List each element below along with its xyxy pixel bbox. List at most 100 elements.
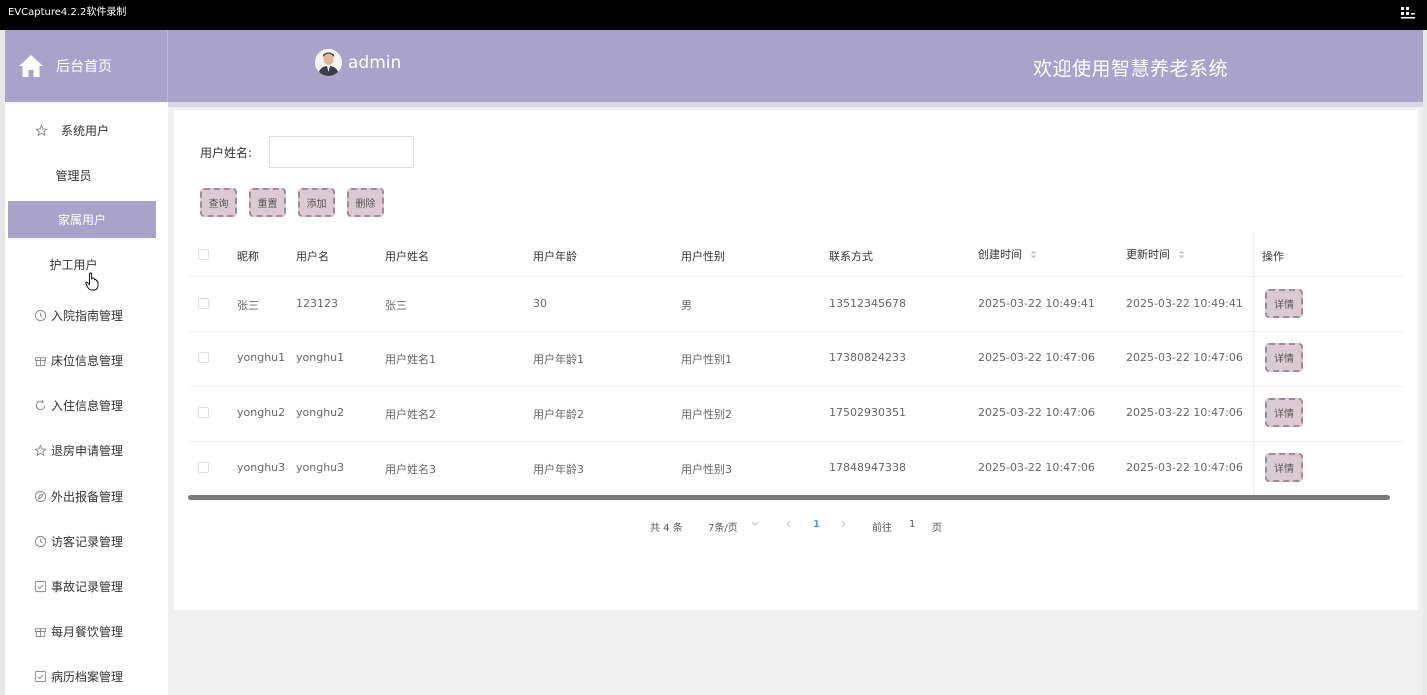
main-panel: 用户姓名: 查询 重置 添加 删除 昵称 用户名 用户姓名 用户年龄 用户性别 … bbox=[174, 110, 1418, 610]
cell-updated-at: 2025-03-22 10:47:06 bbox=[1126, 351, 1243, 364]
row-divider bbox=[188, 386, 1403, 387]
checkbox-icon bbox=[34, 670, 47, 682]
cell-created-at: 2025-03-22 10:49:41 bbox=[978, 297, 1095, 310]
add-button[interactable]: 添加 bbox=[298, 188, 335, 217]
sidebar-item-admission-guide[interactable]: 入院指南管理 bbox=[5, 305, 168, 325]
cell-age: 用户年龄3 bbox=[533, 463, 584, 476]
sidebar-item-label: 事故记录管理 bbox=[51, 579, 124, 594]
cell-created-at: 2025-03-22 10:47:06 bbox=[978, 351, 1095, 364]
cell-created-at: 2025-03-22 10:47:06 bbox=[978, 461, 1095, 474]
cell-username: yonghu1 bbox=[296, 351, 345, 364]
compass-icon bbox=[34, 490, 47, 502]
column-header-phone: 联系方式 bbox=[829, 250, 873, 263]
column-header-created-at[interactable]: 创建时间 bbox=[978, 246, 1037, 262]
sidebar-item-bed-info[interactable]: 床位信息管理 bbox=[5, 350, 168, 370]
query-button[interactable]: 查询 bbox=[200, 188, 237, 217]
row-checkbox[interactable] bbox=[198, 462, 209, 473]
sidebar-item-checkout-request[interactable]: 退房申请管理 bbox=[5, 440, 168, 460]
page-number-current[interactable]: 1 bbox=[813, 519, 820, 530]
cell-phone: 13512345678 bbox=[829, 297, 906, 310]
detail-button[interactable]: 详情 bbox=[1265, 398, 1303, 427]
window-title: EVCapture4.2.2软件录制 bbox=[8, 7, 127, 18]
home-link[interactable]: 后台首页 bbox=[5, 30, 168, 102]
sidebar-item-family-users[interactable]: 家属用户 bbox=[8, 201, 156, 238]
page-size-select[interactable]: 7条/页 bbox=[708, 519, 738, 534]
sidebar-item-label: 入院指南管理 bbox=[51, 308, 124, 323]
goto-suffix: 页 bbox=[932, 523, 942, 534]
table-horizontal-scrollbar[interactable] bbox=[188, 495, 1390, 500]
cell-username: yonghu3 bbox=[296, 461, 345, 474]
sort-icon[interactable] bbox=[1030, 249, 1037, 262]
prev-page-icon[interactable] bbox=[785, 520, 791, 528]
cell-phone: 17380824233 bbox=[829, 351, 906, 364]
refresh-icon bbox=[35, 399, 46, 410]
delete-button[interactable]: 删除 bbox=[347, 188, 384, 217]
sidebar-item-system-users[interactable]: 系统用户 bbox=[5, 120, 168, 140]
detail-button[interactable]: 详情 bbox=[1265, 289, 1303, 318]
row-checkbox[interactable] bbox=[198, 352, 209, 363]
next-page-icon[interactable] bbox=[841, 520, 847, 528]
goto-prefix: 前往 bbox=[872, 523, 892, 534]
row-checkbox[interactable] bbox=[198, 407, 209, 418]
sidebar-item-visitor-records[interactable]: 访客记录管理 bbox=[5, 531, 168, 551]
row-divider bbox=[188, 331, 1403, 332]
select-all-checkbox[interactable] bbox=[198, 249, 209, 260]
sidebar-item-monthly-meals[interactable]: 每月餐饮管理 bbox=[5, 621, 168, 641]
column-header-real-name: 用户姓名 bbox=[385, 250, 429, 263]
home-label: 后台首页 bbox=[56, 59, 112, 75]
star-icon bbox=[34, 443, 47, 456]
detail-button[interactable]: 详情 bbox=[1265, 343, 1303, 372]
cell-username: yonghu2 bbox=[296, 406, 345, 419]
sidebar-item-accident-records[interactable]: 事故记录管理 bbox=[5, 576, 168, 596]
window-menu-icon[interactable] bbox=[1401, 7, 1415, 19]
username: admin bbox=[348, 52, 402, 73]
cell-updated-at: 2025-03-22 10:47:06 bbox=[1126, 406, 1243, 419]
cell-nickname: yonghu2 bbox=[237, 406, 286, 419]
clock-icon bbox=[34, 309, 47, 321]
sort-icon[interactable] bbox=[1178, 249, 1185, 262]
cell-real-name: 用户姓名2 bbox=[385, 408, 436, 421]
column-header-gender: 用户性别 bbox=[681, 250, 725, 263]
sidebar-item-admin[interactable]: 管理员 bbox=[0, 165, 155, 185]
row-checkbox[interactable] bbox=[198, 298, 209, 309]
sidebar-item-label: 管理员 bbox=[55, 168, 92, 183]
sidebar-item-label: 床位信息管理 bbox=[51, 353, 124, 368]
column-header-label: 更新时间 bbox=[1126, 248, 1170, 261]
sidebar-item-label: 外出报备管理 bbox=[51, 489, 124, 504]
detail-button[interactable]: 详情 bbox=[1265, 453, 1303, 482]
cell-username: 123123 bbox=[296, 297, 338, 310]
cell-age: 用户年龄1 bbox=[533, 353, 584, 366]
cell-age: 30 bbox=[533, 297, 547, 310]
column-header-updated-at[interactable]: 更新时间 bbox=[1126, 246, 1185, 262]
checkbox-icon bbox=[34, 580, 47, 592]
sidebar-item-label: 每月餐饮管理 bbox=[51, 624, 124, 639]
sidebar-item-label: 入住信息管理 bbox=[51, 398, 124, 413]
search-label: 用户姓名: bbox=[200, 146, 253, 160]
sidebar-item-checkin-info[interactable]: 入住信息管理 bbox=[5, 395, 168, 415]
sidebar-item-label: 病历档案管理 bbox=[51, 669, 124, 684]
sidebar-item-label: 退房申请管理 bbox=[51, 443, 124, 458]
cell-real-name: 张三 bbox=[385, 299, 407, 312]
user-name-search-input[interactable] bbox=[269, 136, 414, 168]
sidebar-item-medical-records[interactable]: 病历档案管理 bbox=[5, 666, 168, 686]
sidebar-item-outing-report[interactable]: 外出报备管理 bbox=[5, 486, 168, 506]
sidebar-item-label: 护工用户 bbox=[49, 257, 98, 272]
column-header-nickname: 昵称 bbox=[237, 250, 259, 263]
sidebar-item-caregiver-users[interactable]: 护工用户 bbox=[0, 254, 155, 274]
hand-cursor-icon bbox=[85, 272, 99, 291]
chevron-down-icon[interactable] bbox=[751, 521, 759, 527]
reset-button[interactable]: 重置 bbox=[249, 188, 286, 217]
user-info[interactable]: admin bbox=[315, 49, 401, 76]
goto-page-input[interactable]: 1 bbox=[909, 519, 915, 530]
column-header-age: 用户年龄 bbox=[533, 250, 577, 263]
cell-age: 用户年龄2 bbox=[533, 408, 584, 421]
cell-nickname: yonghu1 bbox=[237, 351, 286, 364]
cell-updated-at: 2025-03-22 10:49:41 bbox=[1126, 297, 1243, 310]
window-frame-right bbox=[1423, 30, 1427, 695]
cell-phone: 17502930351 bbox=[829, 406, 906, 419]
sidebar-item-label: 家属用户 bbox=[57, 213, 106, 227]
cell-gender: 用户性别1 bbox=[681, 353, 732, 366]
column-header-actions: 操作 bbox=[1262, 250, 1284, 263]
home-icon bbox=[19, 55, 43, 77]
app-header: 后台首页 admin 欢迎使用智慧养老系统 bbox=[5, 30, 1423, 102]
